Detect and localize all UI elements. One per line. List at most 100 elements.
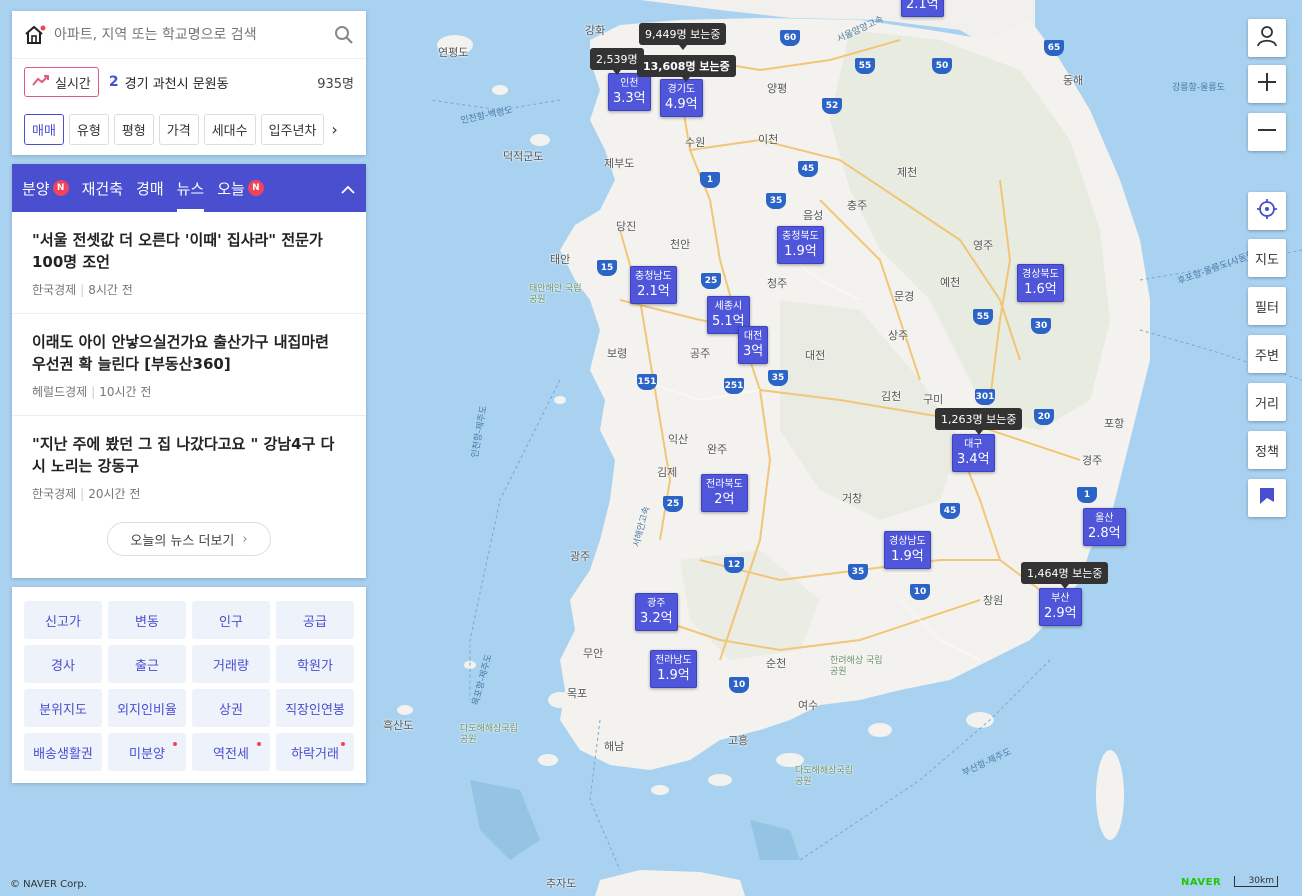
search-input[interactable] — [54, 26, 334, 43]
news-title: "지난 주에 봤던 그 집 나갔다고요 " 강남4구 다시 노리는 강동구 — [32, 435, 335, 475]
map-control-button[interactable]: 필터 — [1248, 287, 1286, 325]
map-layer-grid: 신고가 변동 인구 공급경사 출근 거래량 학원가분위지도 외지인비율 상권 직장인연봉배송생활권… — [12, 587, 366, 783]
highway-shield: 55 — [855, 58, 875, 74]
region-marker-jeonnam[interactable]: 전라남도 1.9억 — [650, 650, 697, 688]
zoom-in-button[interactable] — [1248, 65, 1286, 103]
news-tab[interactable]: 뉴스 — [176, 164, 205, 212]
layer-button[interactable]: 미분양 — [108, 733, 186, 771]
bookmark-button[interactable] — [1248, 479, 1286, 517]
map-control-button[interactable]: 정책 — [1248, 431, 1286, 469]
news-meta-separator: | — [80, 487, 85, 501]
map-control-button[interactable]: 주변 — [1248, 335, 1286, 373]
layer-button[interactable]: 인구 — [192, 601, 270, 639]
region-marker-busan[interactable]: 부산 2.9억 — [1039, 588, 1082, 626]
realtime-button[interactable]: 실시간 — [24, 67, 99, 97]
layer-button-label: 공급 — [303, 614, 327, 630]
region-marker-chungnam[interactable]: 충청남도 2.1억 — [630, 266, 677, 304]
layer-button[interactable]: 상권 — [192, 689, 270, 727]
new-dot — [257, 742, 261, 746]
filter-chip[interactable]: 유형 — [68, 113, 109, 145]
news-item[interactable]: "지난 주에 봤던 그 집 나갔다고요 " 강남4구 다시 노리는 강동구 한국경… — [12, 416, 366, 518]
region-marker-daegu[interactable]: 대구 3.4억 — [952, 434, 995, 472]
region-marker-top[interactable]: 2.1억 — [901, 0, 944, 17]
news-tab[interactable]: 분양 N — [22, 164, 69, 212]
region-marker-ulsan[interactable]: 울산 2.8억 — [1083, 508, 1126, 546]
layer-button[interactable]: 직장인연봉 — [276, 689, 354, 727]
more-news-button[interactable]: 오늘의 뉴스 더보기 › — [107, 522, 271, 556]
news-title: "서울 전셋값 더 오른다 '이때' 집사라" 전문가 100명 조언 — [32, 231, 323, 271]
layer-button[interactable]: 출근 — [108, 645, 186, 683]
chevron-right-icon[interactable]: › — [331, 120, 337, 139]
place-label: 무안 — [583, 647, 604, 660]
search-icon[interactable] — [334, 25, 354, 45]
place-label: 충주 — [847, 199, 868, 212]
filter-chip[interactable]: 가격 — [158, 113, 199, 145]
rank-location[interactable]: 경기 과천시 문원동 — [125, 73, 318, 92]
region-marker-gwangju[interactable]: 광주 3.2억 — [635, 593, 678, 631]
region-name: 충청북도 — [782, 231, 819, 242]
home-icon[interactable] — [24, 25, 46, 45]
news-tab[interactable]: 오늘 N — [217, 164, 264, 212]
highway-shield: 12 — [724, 557, 744, 573]
highway-shield: 20 — [1034, 409, 1054, 425]
news-tab[interactable]: 재건축 — [82, 164, 123, 212]
news-item[interactable]: "서울 전셋값 더 오른다 '이때' 집사라" 전문가 100명 조언 한국경제 |… — [12, 212, 366, 314]
zoom-out-button[interactable] — [1248, 113, 1286, 151]
layer-button-label: 신고가 — [45, 614, 81, 630]
place-label: 수원 — [685, 136, 706, 149]
news-meta-separator: | — [91, 385, 96, 399]
news-tab[interactable]: 경매 — [136, 164, 164, 212]
region-marker-chungbuk[interactable]: 충청북도 1.9억 — [777, 226, 824, 264]
layer-button[interactable]: 하락거래 — [276, 733, 354, 771]
chevron-right-icon: › — [242, 531, 248, 547]
layer-button[interactable]: 역전세 — [192, 733, 270, 771]
filter-chip[interactable]: 세대수 — [203, 113, 256, 145]
region-name: 경기도 — [667, 84, 696, 95]
layer-button[interactable]: 외지인비율 — [108, 689, 186, 727]
region-name: 경상남도 — [889, 536, 926, 547]
layer-button[interactable]: 배송생활권 — [24, 733, 102, 771]
region-marker-gyeonggi[interactable]: 경기도 4.9억 — [660, 79, 703, 117]
highway-shield: 65 — [1044, 40, 1064, 56]
map-control-button[interactable]: 지도 — [1248, 239, 1286, 277]
layer-button[interactable]: 경사 — [24, 645, 102, 683]
filter-chip[interactable]: 입주년차 — [260, 113, 325, 145]
my-location-button[interactable] — [1248, 192, 1286, 230]
map-control-button[interactable]: 거리 — [1248, 383, 1286, 421]
highway-shield: 10 — [910, 584, 930, 600]
region-marker-jeonbuk[interactable]: 전라북도 2억 — [701, 474, 748, 512]
region-name: 경상북도 — [1022, 269, 1059, 280]
filter-chip[interactable]: 매매 — [24, 113, 64, 145]
region-marker-gyeongnam[interactable]: 경상남도 1.9억 — [884, 531, 931, 569]
layer-button[interactable]: 학원가 — [276, 645, 354, 683]
layer-button[interactable]: 분위지도 — [24, 689, 102, 727]
news-tab-bar: 분양 N 재건축 경매 뉴스 오늘 N — [12, 164, 366, 212]
layer-button[interactable]: 거래량 — [192, 645, 270, 683]
naver-logo: NAVER — [1181, 877, 1222, 888]
news-item[interactable]: 이래도 아이 안낳으실건가요 출산가구 내집마련 우선권 확 늘린다 [부동산3… — [12, 314, 366, 416]
region-name: 대구 — [964, 439, 983, 450]
region-marker-gyeongbuk[interactable]: 경상북도 1.6억 — [1017, 264, 1064, 302]
region-price: 3.2억 — [640, 611, 673, 626]
layer-button-label: 학원가 — [297, 658, 333, 674]
layer-button[interactable]: 변동 — [108, 601, 186, 639]
region-name: 인천 — [620, 78, 639, 89]
layer-button[interactable]: 신고가 — [24, 601, 102, 639]
layer-button[interactable]: 공급 — [276, 601, 354, 639]
region-price: 3.4억 — [957, 452, 990, 467]
minus-icon — [1256, 119, 1278, 145]
trending-icon — [32, 74, 50, 90]
region-marker-daejeon[interactable]: 대전 3억 — [738, 326, 769, 364]
chevron-up-icon[interactable] — [336, 179, 360, 198]
region-marker-incheon[interactable]: 인천 3.3억 — [608, 73, 651, 111]
filter-chip[interactable]: 평형 — [113, 113, 154, 145]
place-label: 창원 — [983, 594, 1004, 607]
highway-shield: 35 — [768, 370, 788, 386]
viewer-count-busan: 1,464명 보는중 — [1021, 562, 1109, 589]
search-bar — [12, 11, 366, 59]
user-button[interactable] — [1248, 19, 1286, 57]
place-label: 김제 — [657, 466, 678, 479]
viewer-count-incheon: 2,539명 — [590, 48, 644, 75]
place-label: 광주 — [570, 550, 591, 563]
region-price: 2.9억 — [1044, 606, 1077, 621]
